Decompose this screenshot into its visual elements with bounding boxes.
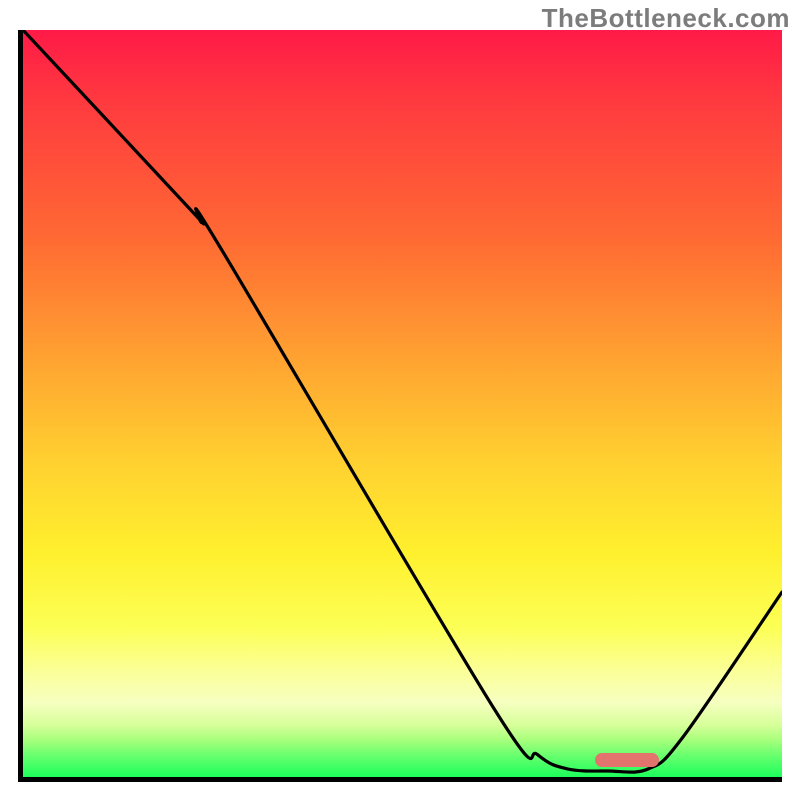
- plot-area: [18, 30, 782, 782]
- chart-container: TheBottleneck.com: [0, 0, 800, 800]
- optimal-marker: [595, 753, 659, 767]
- bottleneck-curve: [23, 30, 782, 772]
- curve-svg: [23, 30, 782, 777]
